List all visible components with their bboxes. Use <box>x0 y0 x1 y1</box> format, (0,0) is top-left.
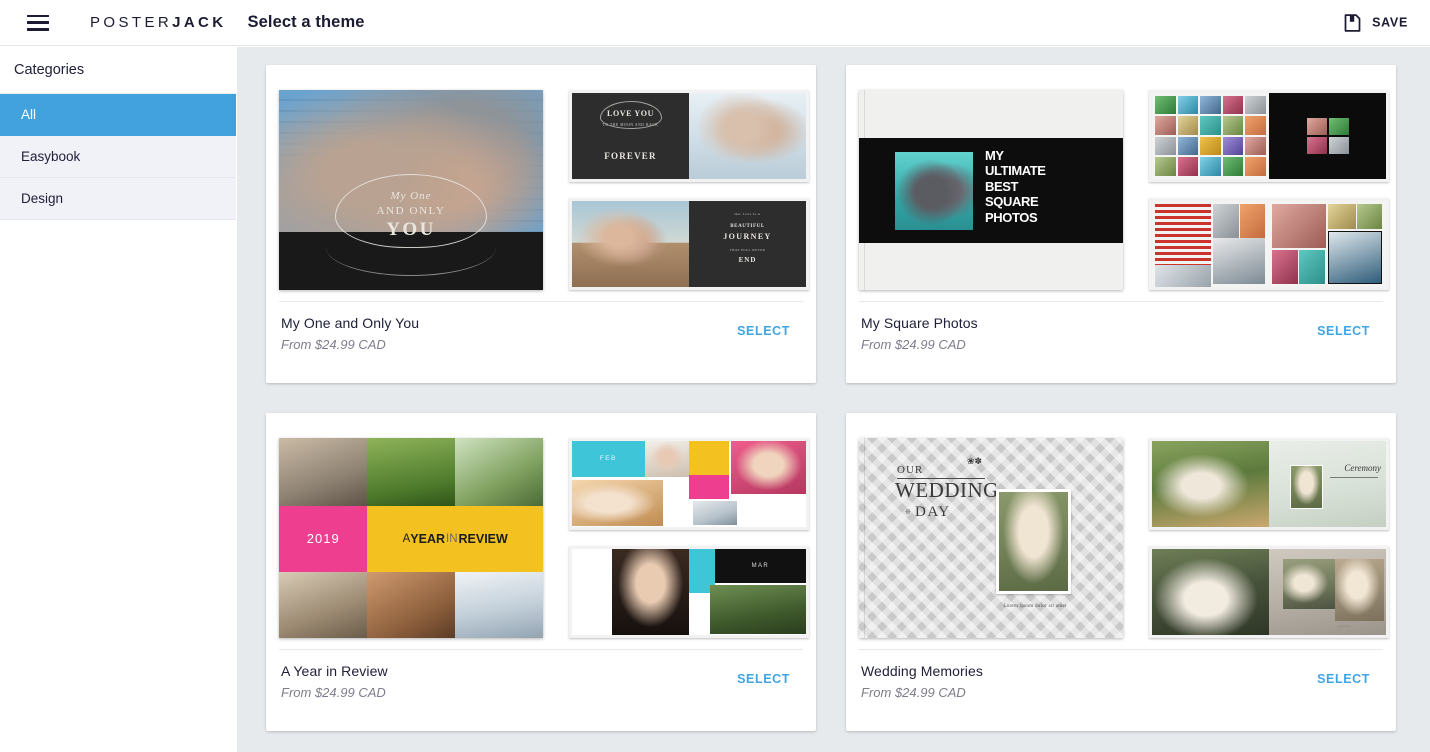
brand-logo[interactable]: POSTERJACK <box>90 14 227 31</box>
spread-thumbnail: Our Love Is A BEAUTIFUL JOURNEY THAT WIL… <box>569 197 809 290</box>
spread-thumbnail: —•—•— <box>1149 545 1389 638</box>
cover-title-year: YEAR <box>410 531 445 546</box>
theme-preview: 2019 A YEAR IN REVIEW FEB MAR <box>279 426 809 649</box>
app-header: POSTERJACK Select a theme SAVE <box>0 0 1430 46</box>
theme-price: From $24.99 CAD <box>861 685 966 700</box>
cover-line-3: DAY <box>915 503 951 520</box>
cover-art-a-year-in-review: 2019 A YEAR IN REVIEW <box>279 437 543 638</box>
theme-card-footer: A Year in Review From $24.99 CAD SELECT <box>279 649 803 731</box>
theme-name: Wedding Memories <box>861 663 983 679</box>
sidebar-item-design[interactable]: Design <box>0 178 236 220</box>
theme-grid: My One AND ONLY YOU LOVE YOU TO THE MOON… <box>237 47 1430 752</box>
select-button[interactable]: SELECT <box>737 672 790 686</box>
cover-title-review: REVIEW <box>458 531 508 546</box>
theme-card[interactable]: MY ULTIMATE BEST SQUARE PHOTOS My Square… <box>846 65 1396 383</box>
spread-chalk-journey-top: Our Love Is A <box>734 211 761 216</box>
hamburger-bar <box>27 21 49 24</box>
theme-price: From $24.99 CAD <box>861 337 966 352</box>
spread-thumbnail: Ceremony <box>1149 437 1389 530</box>
categories-sidebar: Categories All Easybook Design <box>0 47 236 752</box>
cover-line-1: MY <box>985 147 1004 163</box>
spread-chalk-journey-small: THAT WILL NEVER <box>729 247 766 252</box>
spread-thumbnail <box>1149 197 1389 290</box>
sidebar-item-easybook[interactable]: Easybook <box>0 136 236 178</box>
cover-script-text: My One <box>390 189 432 202</box>
floppy-disk-save-icon <box>1344 13 1361 32</box>
theme-name: A Year in Review <box>281 663 388 679</box>
hamburger-bar <box>27 14 49 17</box>
cover-thumbnail: MY ULTIMATE BEST SQUARE PHOTOS <box>859 89 1123 290</box>
theme-preview: MY ULTIMATE BEST SQUARE PHOTOS <box>859 78 1389 301</box>
cover-year: 2019 <box>306 531 340 546</box>
sidebar-title: Categories <box>0 47 236 94</box>
cover-line-1: OUR <box>897 463 924 476</box>
theme-name: My Square Photos <box>861 315 978 331</box>
cover-line-4: SQUARE <box>985 194 1039 209</box>
spread-thumbnail: MAR <box>569 545 809 638</box>
save-button[interactable]: SAVE <box>1342 12 1408 33</box>
spread-thumbnail: LOVE YOU TO THE MOON AND BACK FOREVER <box>569 89 809 182</box>
spread-month-label: MAR <box>751 562 770 569</box>
spread-ceremony-label: Ceremony <box>1344 462 1381 473</box>
cover-title-a: A <box>402 532 411 545</box>
select-button[interactable]: SELECT <box>1317 324 1370 338</box>
select-button[interactable]: SELECT <box>737 324 790 338</box>
hamburger-menu-icon[interactable] <box>27 14 49 31</box>
theme-name: My One and Only You <box>281 315 420 331</box>
spread-thumbnail <box>1149 89 1389 182</box>
brand-logo-light: POSTER <box>90 14 173 31</box>
theme-grid-scroll-area[interactable]: My One AND ONLY YOU LOVE YOU TO THE MOON… <box>237 47 1430 752</box>
spread-thumbnails: FEB MAR <box>569 437 809 638</box>
cover-thumbnail: My One AND ONLY YOU <box>279 89 543 290</box>
cover-thumbnail: OUR WEDDING DAY ❊ ❀✽ Lorem ipsum dolor s… <box>859 437 1123 638</box>
brand-logo-bold: JACK <box>172 14 227 31</box>
page-title: Select a theme <box>247 13 365 31</box>
cover-line-1: AND ONLY <box>376 204 446 217</box>
hamburger-bar <box>27 28 49 31</box>
cover-line-2: WEDDING <box>895 477 999 502</box>
theme-price: From $24.99 CAD <box>281 685 386 700</box>
theme-card[interactable]: 2019 A YEAR IN REVIEW FEB MAR A Year in … <box>266 413 816 731</box>
cover-title-in: IN <box>446 532 458 545</box>
cover-art-my-one-and-only-you: My One AND ONLY YOU <box>279 89 543 290</box>
sidebar-item-all[interactable]: All <box>0 94 236 136</box>
cover-art-wedding-memories: OUR WEDDING DAY ❊ ❀✽ Lorem ipsum dolor s… <box>859 437 1123 638</box>
save-button-label: SAVE <box>1372 15 1408 30</box>
theme-card[interactable]: OUR WEDDING DAY ❊ ❀✽ Lorem ipsum dolor s… <box>846 413 1396 731</box>
cover-art-my-square-photos: MY ULTIMATE BEST SQUARE PHOTOS <box>859 89 1123 290</box>
theme-price: From $24.99 CAD <box>281 337 386 352</box>
theme-preview: My One AND ONLY YOU LOVE YOU TO THE MOON… <box>279 78 809 301</box>
spread-thumbnail: FEB <box>569 437 809 530</box>
spread-thumbnails: LOVE YOU TO THE MOON AND BACK FOREVER Ou… <box>569 89 809 290</box>
spread-chalk-journey-mid: BEAUTIFUL <box>730 223 765 229</box>
spread-month-label: FEB <box>599 455 617 463</box>
cover-caption: Lorem ipsum dolor sit amet <box>1003 603 1067 609</box>
spread-chalk-journey-end: END <box>738 255 757 264</box>
cover-line-3: BEST <box>985 178 1019 194</box>
cover-line-2: YOU <box>386 218 436 240</box>
select-button[interactable]: SELECT <box>1317 672 1370 686</box>
spread-chalk-journey-big: JOURNEY <box>723 231 772 241</box>
theme-card[interactable]: My One AND ONLY YOU LOVE YOU TO THE MOON… <box>266 65 816 383</box>
spread-thumbnails: Ceremony —•—•— <box>1149 437 1389 638</box>
theme-card-footer: Wedding Memories From $24.99 CAD SELECT <box>859 649 1383 731</box>
cover-line-2: ULTIMATE <box>985 163 1046 178</box>
theme-card-footer: My One and Only You From $24.99 CAD SELE… <box>279 301 803 383</box>
cover-line-5: PHOTOS <box>985 209 1038 225</box>
theme-preview: OUR WEDDING DAY ❊ ❀✽ Lorem ipsum dolor s… <box>859 426 1389 649</box>
spread-thumbnails <box>1149 89 1389 290</box>
cover-thumbnail: 2019 A YEAR IN REVIEW <box>279 437 543 638</box>
theme-card-footer: My Square Photos From $24.99 CAD SELECT <box>859 301 1383 383</box>
spread-chalk-love-bottom: FOREVER <box>604 150 657 161</box>
